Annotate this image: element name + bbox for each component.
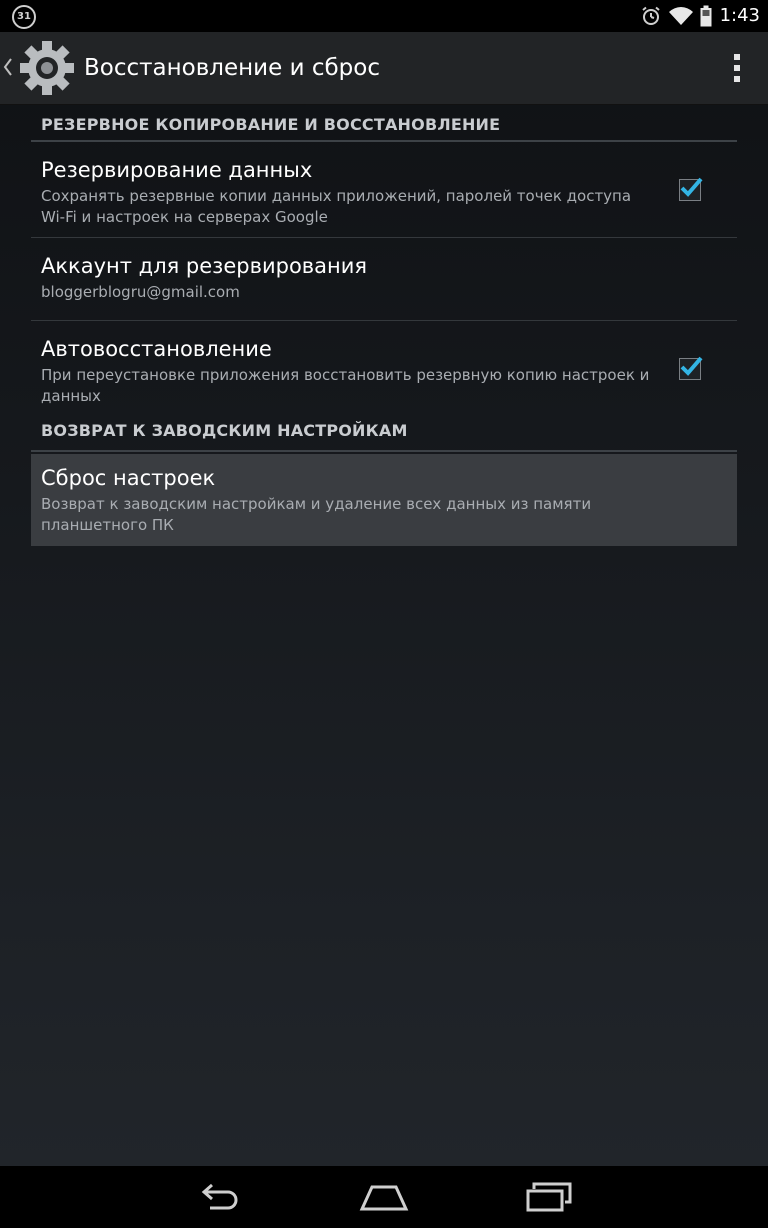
calendar-notification-icon: 31 bbox=[12, 5, 36, 29]
pref-title: Резервирование данных bbox=[41, 158, 313, 182]
backup-data-checkbox[interactable] bbox=[679, 177, 703, 201]
pref-summary: bloggerblogru@gmail.com bbox=[41, 283, 240, 301]
pref-backup-account[interactable]: Аккаунт для резервирования bloggerblogru… bbox=[31, 238, 737, 321]
back-icon[interactable] bbox=[196, 1180, 244, 1214]
home-icon[interactable] bbox=[358, 1180, 410, 1214]
status-bar: 31 1:43 bbox=[0, 0, 768, 32]
pref-summary: Возврат к заводским настройкам и удалени… bbox=[41, 495, 592, 534]
pref-title: Аккаунт для резервирования bbox=[41, 254, 368, 278]
status-icons: 1:43 bbox=[634, 0, 760, 32]
alarm-icon bbox=[640, 5, 662, 27]
pref-factory-reset[interactable]: Сброс настроек Возврат к заводским настр… bbox=[31, 454, 737, 546]
pref-auto-restore[interactable]: Автовосстановление При переустановке при… bbox=[31, 321, 737, 416]
overflow-dot bbox=[734, 76, 740, 82]
chevron-left-icon[interactable] bbox=[3, 56, 13, 78]
wifi-icon bbox=[668, 5, 694, 27]
battery-icon bbox=[700, 5, 712, 27]
overflow-dot bbox=[734, 54, 740, 60]
pref-title: Автовосстановление bbox=[41, 337, 272, 361]
android-settings-screen: 31 1:43 Восстановление и сброс РЕЗЕРВНОЕ… bbox=[0, 0, 768, 1228]
section-header-backup: РЕЗЕРВНОЕ КОПИРОВАНИЕ И ВОССТАНОВЛЕНИЕ bbox=[31, 104, 737, 142]
pref-summary: При переустановке приложения восстановит… bbox=[41, 366, 650, 405]
overflow-dot bbox=[734, 65, 740, 71]
pref-summary: Сохранять резервные копии данных приложе… bbox=[41, 187, 632, 226]
pref-title: Сброс настроек bbox=[41, 466, 216, 490]
pref-backup-data[interactable]: Резервирование данных Сохранять резервны… bbox=[31, 142, 737, 238]
settings-gear-icon[interactable] bbox=[18, 39, 76, 97]
navigation-bar bbox=[0, 1166, 768, 1228]
action-bar: Восстановление и сброс bbox=[0, 32, 768, 105]
overflow-menu-icon[interactable] bbox=[732, 54, 742, 82]
settings-list: РЕЗЕРВНОЕ КОПИРОВАНИЕ И ВОССТАНОВЛЕНИЕ Р… bbox=[31, 104, 737, 546]
clock: 1:43 bbox=[719, 5, 760, 26]
checkmark-icon bbox=[680, 177, 703, 197]
section-header-factory: ВОЗВРАТ К ЗАВОДСКИМ НАСТРОЙКАМ bbox=[31, 416, 737, 452]
recents-icon[interactable] bbox=[524, 1180, 574, 1214]
page-title: Восстановление и сброс bbox=[84, 55, 381, 81]
checkmark-icon bbox=[680, 356, 703, 376]
auto-restore-checkbox[interactable] bbox=[679, 356, 703, 380]
